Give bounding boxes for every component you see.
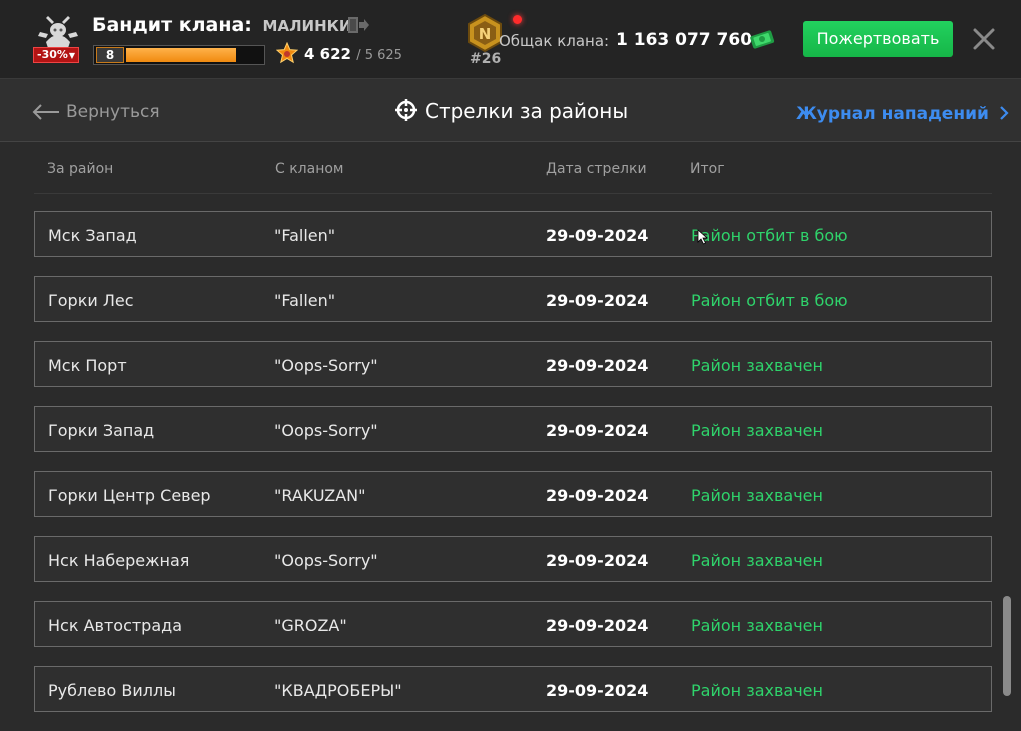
reputation-star-icon <box>276 42 298 64</box>
mouse-cursor-icon <box>697 229 709 245</box>
clan-title: Бандит клана: <box>92 14 252 36</box>
discount-label: -30% <box>37 48 68 61</box>
clan-name[interactable]: МАЛИНКИ <box>263 17 352 35</box>
row-date: 29-09-2024 <box>546 616 649 635</box>
clan-rank: #26 <box>470 51 502 67</box>
row-result: Район захвачен <box>691 486 823 505</box>
row-result: Район захвачен <box>691 421 823 440</box>
row-clan: "Oops-Sorry" <box>274 551 378 570</box>
level-number: 8 <box>96 47 124 63</box>
row-date: 29-09-2024 <box>546 551 649 570</box>
arrow-left-icon <box>32 104 59 120</box>
row-date: 29-09-2024 <box>546 486 649 505</box>
column-header-district: За район <box>47 161 114 177</box>
journal-label: Журнал нападений <box>796 104 989 124</box>
table-body: Мск Запад "Fallen" 29-09-2024 Район отби… <box>34 211 992 731</box>
notification-dot <box>513 15 522 24</box>
clan-heading: Бандит клана: МАЛИНКИ <box>92 14 351 36</box>
top-bar: -30%▼ Бандит клана: МАЛИНКИ 8 4 622 / 5 … <box>0 0 1021 79</box>
row-district: Мск Запад <box>48 226 137 245</box>
row-clan: "Oops-Sorry" <box>274 356 378 375</box>
row-date: 29-09-2024 <box>546 291 649 310</box>
close-icon[interactable] <box>972 27 996 51</box>
chevron-right-icon <box>1000 106 1009 120</box>
table-row[interactable]: Нск Набережная "Oops-Sorry" 29-09-2024 Р… <box>34 536 992 582</box>
row-district: Горки Лес <box>48 291 134 310</box>
row-clan: "КВАДРОБЕРЫ" <box>274 681 402 700</box>
reputation-value: 4 622 / 5 625 <box>304 45 402 63</box>
row-district: Нск Автострада <box>48 616 183 635</box>
level-progress-bar: 8 <box>93 45 265 65</box>
back-label: Вернуться <box>66 102 160 122</box>
crosshair-icon <box>395 99 417 121</box>
scrollbar-thumb[interactable] <box>1003 596 1011 696</box>
table-row[interactable]: Рублево Виллы "КВАДРОБЕРЫ" 29-09-2024 Ра… <box>34 666 992 712</box>
row-clan: "Fallen" <box>274 291 336 310</box>
row-district: Мск Порт <box>48 356 127 375</box>
row-date: 29-09-2024 <box>546 356 649 375</box>
row-clan: "RAKUZAN" <box>274 486 366 505</box>
row-result: Район отбит в бою <box>691 226 848 245</box>
row-district: Рублево Виллы <box>48 681 176 700</box>
reputation-current: 4 622 <box>304 45 351 63</box>
table-row[interactable]: Горки Лес "Fallen" 29-09-2024 Район отби… <box>34 276 992 322</box>
row-result: Район захвачен <box>691 616 823 635</box>
row-district: Нск Набережная <box>48 551 190 570</box>
money-icon <box>750 30 775 49</box>
column-header-date: Дата стрелки <box>546 161 647 177</box>
row-district: Горки Центр Север <box>48 486 211 505</box>
row-result: Район захвачен <box>691 681 823 700</box>
table-row[interactable]: Горки Запад "Oops-Sorry" 29-09-2024 Райо… <box>34 406 992 452</box>
back-button[interactable]: Вернуться <box>32 102 160 124</box>
exit-clan-icon[interactable] <box>347 16 369 34</box>
sub-header: Вернуться Стрелки за районы Журнал напад… <box>0 79 1021 142</box>
column-header-clan: С кланом <box>275 161 344 177</box>
row-clan: "Oops-Sorry" <box>274 421 378 440</box>
table-row[interactable]: Нск Автострада "GROZA" 29-09-2024 Район … <box>34 601 992 647</box>
row-district: Горки Запад <box>48 421 155 440</box>
bank-value: 1 163 077 760 <box>616 30 753 50</box>
reputation-max: / 5 625 <box>356 48 402 63</box>
page-title-text: Стрелки за районы <box>425 99 629 123</box>
row-date: 29-09-2024 <box>546 681 649 700</box>
row-result: Район отбит в бою <box>691 291 848 310</box>
row-result: Район захвачен <box>691 551 823 570</box>
table-header: За район С кланом Дата стрелки Итог <box>34 141 992 194</box>
attack-journal-link[interactable]: Журнал нападений <box>796 104 1009 124</box>
bandit-avatar-icon <box>38 16 78 48</box>
table-row[interactable]: Горки Центр Север "RAKUZAN" 29-09-2024 Р… <box>34 471 992 517</box>
bank-label: Общак клана: <box>499 32 610 50</box>
row-clan: "Fallen" <box>274 226 336 245</box>
discount-badge: -30%▼ <box>33 47 80 63</box>
table-row[interactable]: Мск Порт "Oops-Sorry" 29-09-2024 Район з… <box>34 341 992 387</box>
page-title: Стрелки за районы <box>395 99 628 123</box>
svg-text:N: N <box>479 25 492 43</box>
level-progress-fill <box>126 48 236 62</box>
row-result: Район захвачен <box>691 356 823 375</box>
donate-button[interactable]: Пожертвовать <box>803 21 953 57</box>
row-clan: "GROZA" <box>274 616 347 635</box>
column-header-result: Итог <box>690 161 725 177</box>
row-date: 29-09-2024 <box>546 226 649 245</box>
row-date: 29-09-2024 <box>546 421 649 440</box>
discount-arrow-icon: ▼ <box>68 51 76 60</box>
table-row[interactable]: Мск Запад "Fallen" 29-09-2024 Район отби… <box>34 211 992 257</box>
